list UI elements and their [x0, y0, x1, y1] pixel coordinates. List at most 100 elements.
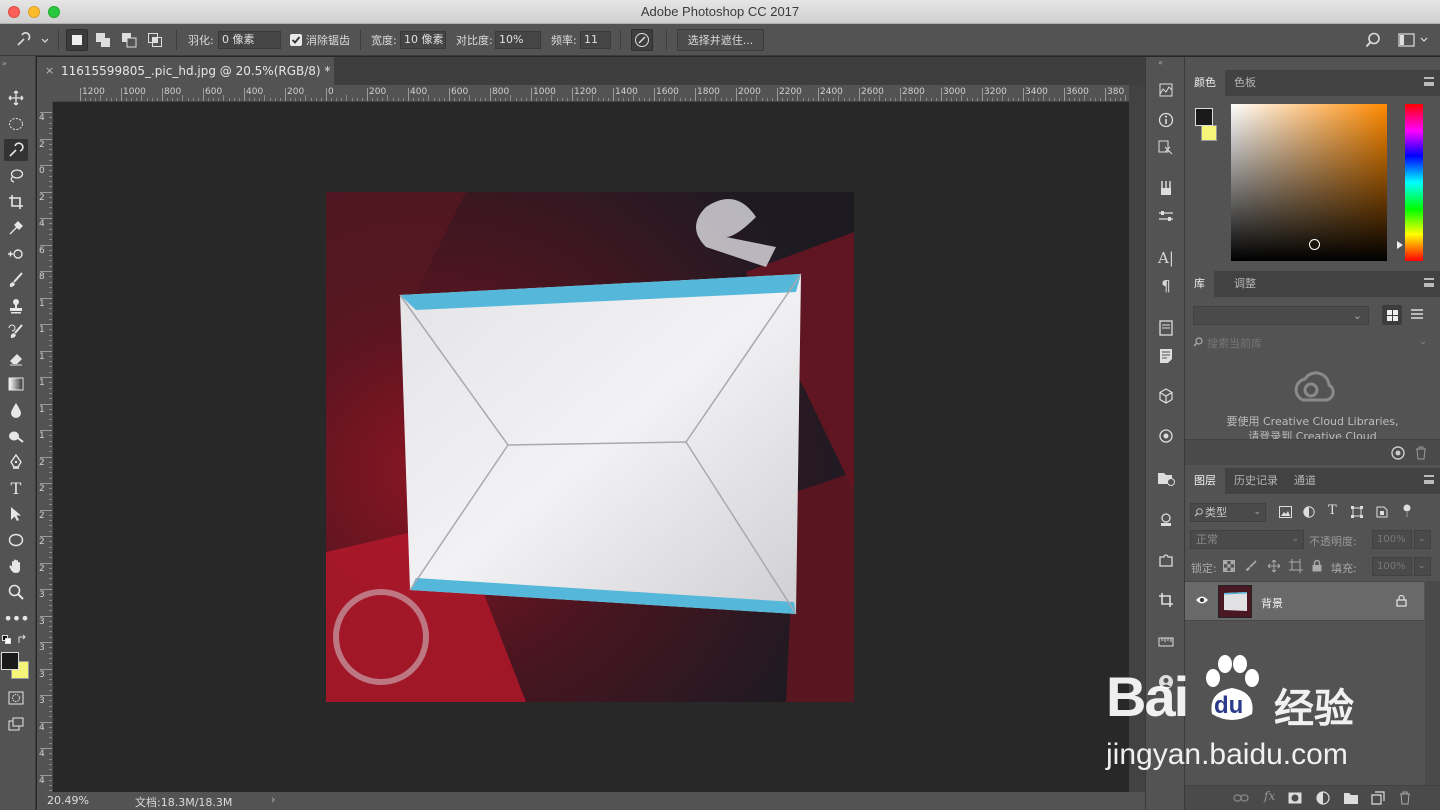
library-select[interactable]: ⌄: [1193, 306, 1369, 325]
pen-tool[interactable]: [4, 451, 28, 473]
paragraph-panel-button[interactable]: ¶: [1155, 275, 1177, 297]
lasso-tool[interactable]: [4, 165, 28, 187]
layer-row[interactable]: 背景: [1185, 581, 1424, 621]
quick-mask-button[interactable]: [4, 687, 28, 709]
filter-type-layers-button[interactable]: T: [1328, 503, 1337, 518]
ellipse-tool[interactable]: [4, 529, 28, 551]
notes-panel-button[interactable]: [1155, 345, 1177, 367]
brush-settings-panel-button[interactable]: [1155, 177, 1177, 199]
libraries-folder-button[interactable]: [1155, 467, 1177, 489]
feather-input[interactable]: 0 像素: [218, 31, 281, 49]
antialias-checkbox[interactable]: [290, 34, 302, 46]
subtract-from-selection-button[interactable]: [118, 29, 140, 51]
opacity-slider-button[interactable]: ⌄: [1414, 530, 1431, 549]
more-tools-button[interactable]: •••: [3, 607, 29, 629]
swap-colors-button[interactable]: [17, 634, 28, 645]
glyphs-panel-button[interactable]: [1155, 317, 1177, 339]
tab-libraries[interactable]: 库: [1185, 271, 1214, 297]
add-mask-button[interactable]: [1288, 791, 1302, 805]
gradient-tool[interactable]: [4, 373, 28, 395]
filter-toggle-button[interactable]: [1402, 504, 1412, 518]
contrast-input[interactable]: 10%: [495, 31, 541, 49]
new-layer-button[interactable]: [1371, 791, 1385, 805]
filter-adjustment-layers-button[interactable]: [1303, 506, 1315, 518]
libraries-panel-menu-icon[interactable]: [1424, 278, 1434, 287]
tool-presets-button[interactable]: [1155, 509, 1177, 531]
color-panel-background-swatch[interactable]: [1201, 125, 1217, 141]
zoom-tool[interactable]: [4, 581, 28, 603]
lock-all-button[interactable]: [1311, 559, 1323, 572]
color-panel-menu-icon[interactable]: [1424, 77, 1434, 86]
pen-pressure-button[interactable]: [631, 29, 653, 51]
search-button[interactable]: [1362, 29, 1384, 51]
fill-input[interactable]: 100%: [1372, 557, 1412, 576]
hue-slider[interactable]: [1405, 104, 1423, 261]
screen-mode-button[interactable]: [4, 713, 28, 735]
layer-thumbnail[interactable]: [1218, 585, 1252, 618]
frequency-input[interactable]: 11: [580, 31, 611, 49]
collapse-toolbar-icon[interactable]: »: [2, 59, 7, 68]
close-tab-icon[interactable]: ×: [45, 57, 54, 85]
tab-layers[interactable]: 图层: [1185, 468, 1225, 494]
histogram-panel-button[interactable]: [1155, 79, 1177, 101]
character-panel-button[interactable]: A|: [1155, 247, 1177, 269]
minimize-window-button[interactable]: [28, 6, 40, 18]
expand-panels-icon[interactable]: «: [1158, 58, 1163, 67]
link-layers-button[interactable]: [1233, 791, 1249, 805]
layer-name[interactable]: 背景: [1261, 595, 1283, 611]
history-brush-tool[interactable]: [4, 321, 28, 343]
search-scope-chevron-icon[interactable]: ⌄: [1419, 336, 1427, 347]
document-tab[interactable]: × 11615599805_.pic_hd.jpg @ 20.5%(RGB/8)…: [37, 57, 334, 85]
crop-panel-button[interactable]: [1155, 589, 1177, 611]
tab-channels[interactable]: 通道: [1285, 468, 1325, 494]
ruler-origin[interactable]: [37, 85, 53, 102]
hand-tool[interactable]: [4, 555, 28, 577]
account-panel-button[interactable]: [1155, 671, 1177, 693]
new-selection-button[interactable]: [66, 29, 88, 51]
color-field[interactable]: [1231, 104, 1387, 261]
eraser-tool[interactable]: [4, 347, 28, 369]
add-layer-style-button[interactable]: fx: [1264, 789, 1275, 803]
layers-scrollbar[interactable]: [1425, 581, 1440, 786]
brush-tool[interactable]: [4, 269, 28, 291]
marquee-tool[interactable]: [4, 113, 28, 135]
crop-tool[interactable]: [4, 191, 28, 213]
type-tool[interactable]: T: [4, 477, 28, 499]
workspace-switcher[interactable]: [1396, 29, 1432, 51]
path-selection-tool[interactable]: [4, 503, 28, 525]
layer-lock-icon[interactable]: [1396, 594, 1407, 607]
new-group-button[interactable]: [1343, 791, 1359, 805]
zoom-window-button[interactable]: [48, 6, 60, 18]
layer-visibility-toggle[interactable]: [1195, 595, 1209, 605]
canvas-area[interactable]: [53, 102, 1129, 792]
navigator-panel-button[interactable]: [1155, 137, 1177, 159]
document-image[interactable]: [326, 192, 854, 702]
healing-brush-tool[interactable]: [4, 243, 28, 265]
lock-position-button[interactable]: [1267, 559, 1281, 573]
info-panel-button[interactable]: [1155, 109, 1177, 131]
filter-shape-layers-button[interactable]: [1351, 506, 1363, 518]
lock-transparent-pixels-button[interactable]: [1223, 560, 1235, 572]
close-window-button[interactable]: [8, 6, 20, 18]
tab-history[interactable]: 历史记录: [1225, 468, 1287, 494]
measurement-panel-button[interactable]: [1155, 631, 1177, 653]
clone-stamp-tool[interactable]: [4, 295, 28, 317]
status-menu-arrow-icon[interactable]: ›: [271, 793, 275, 806]
layer-filter-select[interactable]: 类型 ⌄: [1190, 503, 1266, 522]
horizontal-ruler[interactable]: 1200 1000 800 600 400 200 0 200 400 600 800 1000 120…: [53, 85, 1129, 102]
grid-view-button[interactable]: [1382, 305, 1402, 325]
quick-selection-tool[interactable]: [4, 139, 28, 161]
lock-image-pixels-button[interactable]: [1245, 560, 1257, 572]
list-view-button[interactable]: [1411, 308, 1423, 320]
move-tool[interactable]: [4, 87, 28, 109]
tool-preset-picker[interactable]: [12, 29, 50, 51]
plugins-panel-button[interactable]: [1155, 549, 1177, 571]
foreground-color-swatch[interactable]: [1, 652, 19, 670]
tab-adjustments[interactable]: 调整: [1225, 271, 1265, 297]
delete-layer-button[interactable]: [1399, 791, 1411, 805]
lock-artboard-button[interactable]: [1289, 559, 1303, 573]
zoom-level[interactable]: 20.49%: [47, 794, 89, 807]
fill-slider-button[interactable]: ⌄: [1414, 557, 1431, 576]
tab-swatches[interactable]: 色板: [1225, 70, 1265, 96]
library-trash-icon[interactable]: [1415, 446, 1427, 460]
